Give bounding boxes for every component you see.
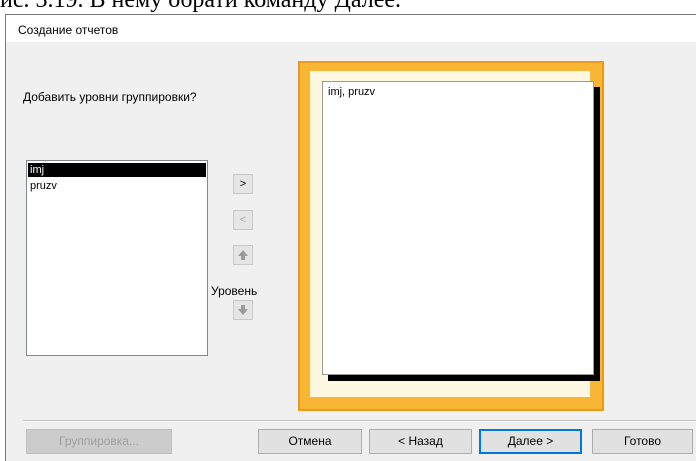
caption-text: ис. 3.19. В нему обрати команду Далее. [0, 0, 401, 13]
preview-background: imj, pruzv [310, 71, 594, 397]
back-label: < Назад [398, 434, 443, 448]
preview-group-text: imj, pruzv [328, 86, 376, 98]
finish-button[interactable]: Готово [592, 429, 693, 454]
priority-down-button[interactable] [233, 300, 253, 320]
available-fields-list[interactable]: imj pruzv [26, 160, 208, 356]
back-button[interactable]: < Назад [369, 429, 472, 454]
report-wizard-dialog: Создание отчетов Добавить уровни группир… [5, 14, 696, 461]
list-item[interactable]: imj [28, 163, 206, 177]
window-title: Создание отчетов [18, 23, 119, 37]
arrow-up-icon [238, 250, 248, 260]
add-level-label: > [239, 178, 247, 190]
priority-label: Уровень [211, 284, 258, 298]
grouping-prompt: Добавить уровни группировки? [23, 90, 197, 104]
next-button[interactable]: Далее > [479, 429, 582, 454]
next-label: Далее > [507, 434, 554, 448]
remove-level-label: < [239, 214, 247, 226]
list-item[interactable]: pruzv [28, 179, 206, 193]
cancel-button[interactable]: Отмена [258, 429, 362, 454]
finish-label: Готово [623, 434, 662, 448]
grouping-preview: imj, pruzv [298, 61, 604, 411]
cancel-label: Отмена [288, 434, 332, 448]
add-level-button[interactable]: > [233, 174, 253, 194]
separator [23, 420, 696, 422]
grouping-options-label: Группировка... [59, 434, 139, 448]
document-caption: ис. 3.19. В нему обрати команду Далее. [0, 0, 696, 14]
priority-up-button[interactable] [233, 245, 253, 265]
grouping-options-button[interactable]: Группировка... [26, 429, 172, 454]
title-bar: Создание отчетов [6, 15, 696, 42]
arrow-down-icon [238, 305, 248, 315]
preview-page: imj, pruzv [322, 81, 594, 375]
remove-level-button[interactable]: < [233, 210, 253, 230]
